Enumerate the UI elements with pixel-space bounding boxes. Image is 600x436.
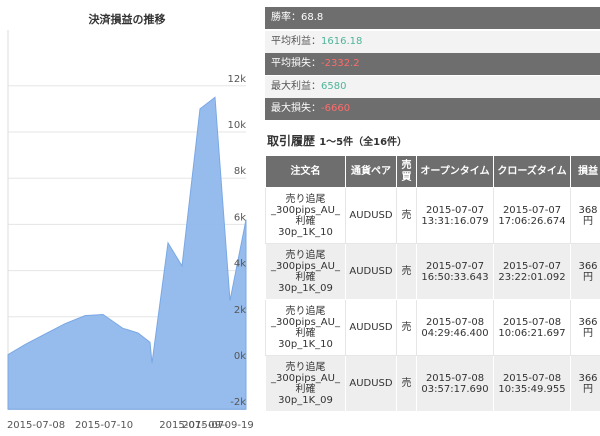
y-tick-label: 8k [234, 166, 246, 177]
y-tick-label: 6k [234, 212, 246, 223]
profit-chart-panel: 決済損益の推移 12k 10k 8k 6k 4k 2k 0k -2k 2015-07-08 20… [0, 0, 262, 436]
table-row[interactable]: 売り追尾 _300pips_AU_ 利確 30p_1K_09 AUDUSD 売 2015-0… [265, 243, 600, 300]
currency-pair-cell: AUDUSD [345, 187, 397, 244]
column-header-side[interactable]: 売買 [396, 155, 417, 188]
y-tick-label: 10k [227, 120, 246, 131]
x-tick-label: 09-09-19 [208, 420, 253, 431]
x-tick-label: 2015-07-08 [7, 420, 65, 431]
order-name-cell: 売り追尾 _300pips_AU_ 利確 30p_1K_10 [265, 299, 346, 356]
stat-average-loss-value: -2332.2 [321, 58, 360, 69]
series-area [7, 96, 247, 410]
column-header-close-time[interactable]: クローズタイム [493, 155, 571, 188]
stat-average-profit-label: 平均利益： [271, 36, 321, 47]
close-time-cell: 2015-07-07 23:22:01.092 [493, 243, 571, 300]
side-cell: 売 [396, 243, 417, 300]
stat-win-rate: 勝率：68.8 [265, 7, 600, 29]
open-time-cell: 2015-07-08 04:29:46.400 [416, 299, 494, 356]
trade-history-heading: 取引履歴 1～5件（全16件） [267, 132, 407, 149]
table-header-row: 注文名 通貨ペア 売買 オープンタイム クローズタイム 損益 [265, 155, 600, 188]
trade-history-title: 取引履歴 [267, 134, 316, 148]
y-tick-label: -2k [230, 397, 246, 408]
profit-loss-cell: 366 円 [570, 355, 600, 412]
open-time-cell: 2015-07-07 13:31:16.079 [416, 187, 494, 244]
stat-win-rate-value: 68.8 [301, 12, 324, 23]
order-name-cell: 売り追尾 _300pips_AU_ 利確 30p_1K_10 [265, 187, 346, 244]
stat-max-loss-label: 最大損失： [271, 103, 321, 114]
stat-max-loss: 最大損失：-6660 [265, 98, 600, 120]
table-row[interactable]: 売り追尾 _300pips_AU_ 利確 30p_1K_09 AUDUSD 売 2015-0… [265, 355, 600, 412]
y-tick-label: 0k [234, 351, 246, 362]
stat-average-loss-label: 平均損失： [271, 58, 321, 69]
currency-pair-cell: AUDUSD [345, 299, 397, 356]
stat-max-loss-value: -6660 [321, 103, 351, 114]
stat-average-profit-value: 1616.18 [321, 36, 363, 47]
profit-loss-cell: 368 円 [570, 187, 600, 244]
y-tick-label: 4k [234, 259, 246, 270]
column-header-currency-pair[interactable]: 通貨ペア [345, 155, 397, 188]
side-cell: 売 [396, 299, 417, 356]
chart-title: 決済損益の推移 [89, 12, 166, 26]
x-tick-label: 2015-07-10 [75, 420, 133, 431]
table-row[interactable]: 売り追尾 _300pips_AU_ 利確 30p_1K_10 AUDUSD 売 2015-0… [265, 187, 600, 244]
stat-average-loss: 平均損失：-2332.2 [265, 53, 600, 75]
profit-loss-cell: 366 円 [570, 243, 600, 300]
order-name-cell: 売り追尾 _300pips_AU_ 利確 30p_1K_09 [265, 355, 346, 412]
profit-area-chart: 決済損益の推移 12k 10k 8k 6k 4k 2k 0k -2k 2015-07-08 20… [7, 12, 254, 431]
order-name-cell: 売り追尾 _300pips_AU_ 利確 30p_1K_09 [265, 243, 346, 300]
stat-max-profit-label: 最大利益： [271, 81, 321, 92]
stat-max-profit: 最大利益：6580 [265, 76, 600, 98]
stat-average-profit: 平均利益：1616.18 [265, 31, 600, 53]
column-header-profit-loss[interactable]: 損益 [570, 155, 600, 188]
trade-history-count: 1～5件（全16件） [319, 137, 408, 148]
close-time-cell: 2015-07-08 10:35:49.955 [493, 355, 571, 412]
open-time-cell: 2015-07-07 16:50:33.643 [416, 243, 494, 300]
stat-win-rate-label: 勝率： [271, 12, 301, 23]
side-cell: 売 [396, 187, 417, 244]
y-tick-label: 12k [227, 74, 246, 85]
column-header-order-name[interactable]: 注文名 [265, 155, 346, 188]
close-time-cell: 2015-07-07 17:06:26.674 [493, 187, 571, 244]
stats-and-history-panel: 勝率：68.8 平均利益：1616.18 平均損失：-2332.2 最大利益：6… [265, 0, 600, 436]
open-time-cell: 2015-07-08 03:57:17.690 [416, 355, 494, 412]
trade-history-table: 注文名 通貨ペア 売買 オープンタイム クローズタイム 損益 売り追尾 _300p… [265, 155, 600, 412]
close-time-cell: 2015-07-08 10:06:21.697 [493, 299, 571, 356]
currency-pair-cell: AUDUSD [345, 355, 397, 412]
stat-max-profit-value: 6580 [321, 81, 347, 92]
currency-pair-cell: AUDUSD [345, 243, 397, 300]
column-header-open-time[interactable]: オープンタイム [416, 155, 494, 188]
y-tick-label: 2k [234, 305, 246, 316]
profit-loss-cell: 366 円 [570, 299, 600, 356]
table-row[interactable]: 売り追尾 _300pips_AU_ 利確 30p_1K_10 AUDUSD 売 2015-0… [265, 299, 600, 356]
side-cell: 売 [396, 355, 417, 412]
